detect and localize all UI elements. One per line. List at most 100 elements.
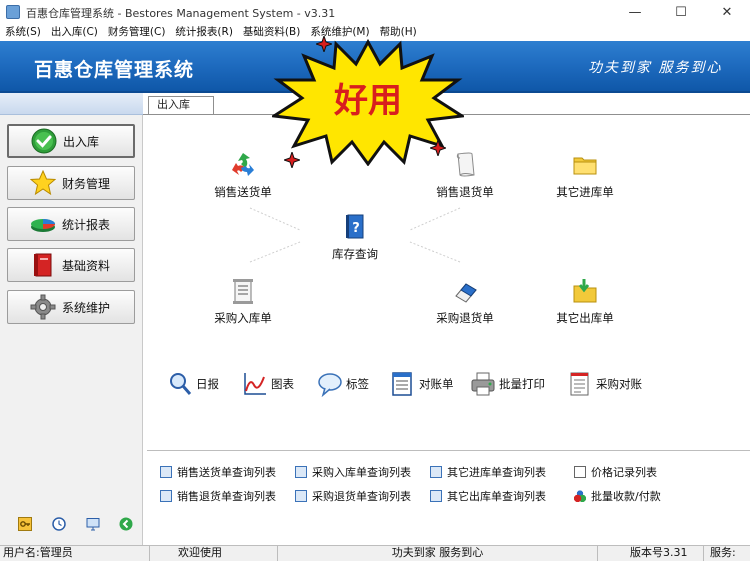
search-list-icon — [295, 490, 307, 502]
eraser-icon — [450, 276, 480, 306]
menu-inout[interactable]: 出入库(C) — [46, 24, 103, 41]
menu-finance[interactable]: 财务管理(C) — [103, 24, 171, 41]
window-title: 百惠仓库管理系统 - Bestores Management System - … — [26, 7, 336, 20]
status-welcome: 欢迎使用 — [150, 545, 278, 561]
other-out-item[interactable]: 其它出库单 — [547, 276, 623, 326]
other-out-label: 其它出库单 — [556, 311, 614, 325]
quick-label: 标签 — [346, 377, 369, 391]
pie-chart-icon — [30, 211, 56, 237]
link-purchase-in-list[interactable]: 采购入库单查询列表 — [295, 464, 411, 480]
other-in-label: 其它进库单 — [556, 185, 614, 199]
speech-bubble-icon — [317, 371, 343, 398]
statement-button[interactable]: 对账单 — [390, 371, 454, 397]
folder-icon — [570, 150, 600, 180]
menu-system[interactable]: 系统(S) — [0, 24, 46, 41]
pen-icon — [574, 466, 586, 478]
link-sales-delivery-list[interactable]: 销售送货单查询列表 — [160, 464, 276, 480]
tab-inout[interactable]: 出入库 — [148, 96, 214, 114]
decor-star-icon — [430, 140, 446, 156]
sidebar-item-maintenance[interactable]: 系统维护 — [7, 290, 135, 324]
decor-star-icon — [316, 36, 332, 52]
inventory-query-label: 库存查询 — [332, 247, 378, 261]
recycle-arrows-icon — [228, 150, 258, 180]
link-other-out-list[interactable]: 其它出库单查询列表 — [430, 488, 546, 504]
link-label: 采购入库单查询列表 — [312, 466, 411, 479]
clock-icon[interactable] — [52, 517, 66, 531]
help-book-icon: ? — [340, 212, 370, 242]
search-list-icon — [430, 490, 442, 502]
app-title: 百惠仓库管理系统 — [34, 59, 195, 81]
link-purchase-return-list[interactable]: 采购退货单查询列表 — [295, 488, 411, 504]
magnifier-icon — [167, 371, 193, 397]
sidebar-item-label: 统计报表 — [62, 217, 111, 232]
link-sales-return-list[interactable]: 销售退货单查询列表 — [160, 488, 276, 504]
decor-star-icon — [284, 152, 300, 168]
chart-button[interactable]: 图表 — [242, 371, 294, 397]
sidebar-header — [0, 93, 143, 115]
link-other-in-list[interactable]: 其它进库单查询列表 — [430, 464, 546, 480]
key-icon[interactable] — [18, 517, 32, 531]
other-in-item[interactable]: 其它进库单 — [547, 150, 623, 200]
book-icon — [30, 252, 56, 278]
quick-label: 对账单 — [419, 377, 454, 391]
banner-slogan: 功夫到家 服务到心 — [588, 60, 723, 76]
link-price-record-list[interactable]: 价格记录列表 — [574, 464, 657, 480]
link-label: 销售退货单查询列表 — [177, 490, 276, 503]
maximize-button[interactable]: ☐ — [658, 0, 704, 24]
batch-print-button[interactable]: 批量打印 — [470, 371, 545, 397]
sales-return-label: 销售退货单 — [436, 185, 494, 199]
gear-icon — [30, 294, 56, 320]
status-slogan: 功夫到家 服务到心 — [278, 545, 598, 561]
statement-icon — [390, 371, 416, 397]
app-icon — [6, 5, 20, 19]
sidebar-item-label: 出入库 — [63, 134, 100, 149]
printer-icon — [470, 371, 496, 397]
purchase-in-label: 采购入库单 — [214, 311, 272, 325]
star-icon — [29, 169, 57, 196]
close-button[interactable]: ✕ — [704, 0, 750, 24]
list-scroll-icon — [228, 276, 258, 306]
link-label: 价格记录列表 — [591, 466, 657, 479]
purchase-return-item[interactable]: 采购退货单 — [427, 276, 503, 326]
quick-label: 批量打印 — [499, 377, 545, 391]
check-circle-icon — [31, 128, 57, 154]
list-icon — [160, 466, 172, 478]
quick-label: 采购对账 — [596, 377, 642, 391]
sidebar-item-label: 基础资料 — [62, 258, 111, 273]
purchase-return-label: 采购退货单 — [436, 311, 494, 325]
daily-report-button[interactable]: 日报 — [167, 371, 219, 397]
status-user: 用户名:管理员 — [0, 545, 150, 561]
menu-reports[interactable]: 统计报表(R) — [170, 24, 238, 41]
sidebar-item-reports[interactable]: 统计报表 — [7, 207, 135, 241]
search-list-icon — [160, 490, 172, 502]
folder-out-icon — [570, 276, 600, 306]
link-batch-payment[interactable]: 批量收款/付款 — [574, 488, 661, 504]
purchase-reconcile-button[interactable]: 采购对账 — [567, 371, 642, 397]
list-icon — [430, 466, 442, 478]
sidebar-item-basic-data[interactable]: 基础资料 — [7, 248, 135, 282]
sales-delivery-item[interactable]: 销售送货单 — [205, 150, 281, 200]
quick-label: 图表 — [271, 377, 294, 391]
promo-text: 好用 — [333, 81, 402, 121]
status-version: 版本号3.31 — [598, 545, 704, 561]
link-label: 其它进库单查询列表 — [447, 466, 546, 479]
sidebar-item-inout[interactable]: 出入库 — [7, 124, 135, 158]
list-icon — [295, 466, 307, 478]
sidebar-item-finance[interactable]: 财务管理 — [7, 166, 135, 200]
monitor-icon[interactable] — [86, 517, 100, 531]
link-label: 采购退货单查询列表 — [312, 490, 411, 503]
line-chart-icon — [242, 371, 268, 397]
link-label: 其它出库单查询列表 — [447, 490, 546, 503]
sidebar-item-label: 系统维护 — [62, 300, 111, 315]
purchase-in-item[interactable]: 采购入库单 — [205, 276, 281, 326]
link-label: 批量收款/付款 — [591, 490, 661, 503]
label-button[interactable]: 标签 — [317, 371, 369, 398]
minimize-button[interactable]: — — [612, 0, 658, 24]
quick-label: 日报 — [196, 377, 219, 391]
links-divider — [147, 450, 750, 451]
inventory-query-item[interactable]: ? 库存查询 — [320, 212, 390, 262]
sidebar-item-label: 财务管理 — [62, 176, 111, 191]
link-label: 销售送货单查询列表 — [177, 466, 276, 479]
svg-text:?: ? — [352, 221, 360, 236]
back-arrow-icon[interactable] — [119, 517, 133, 531]
